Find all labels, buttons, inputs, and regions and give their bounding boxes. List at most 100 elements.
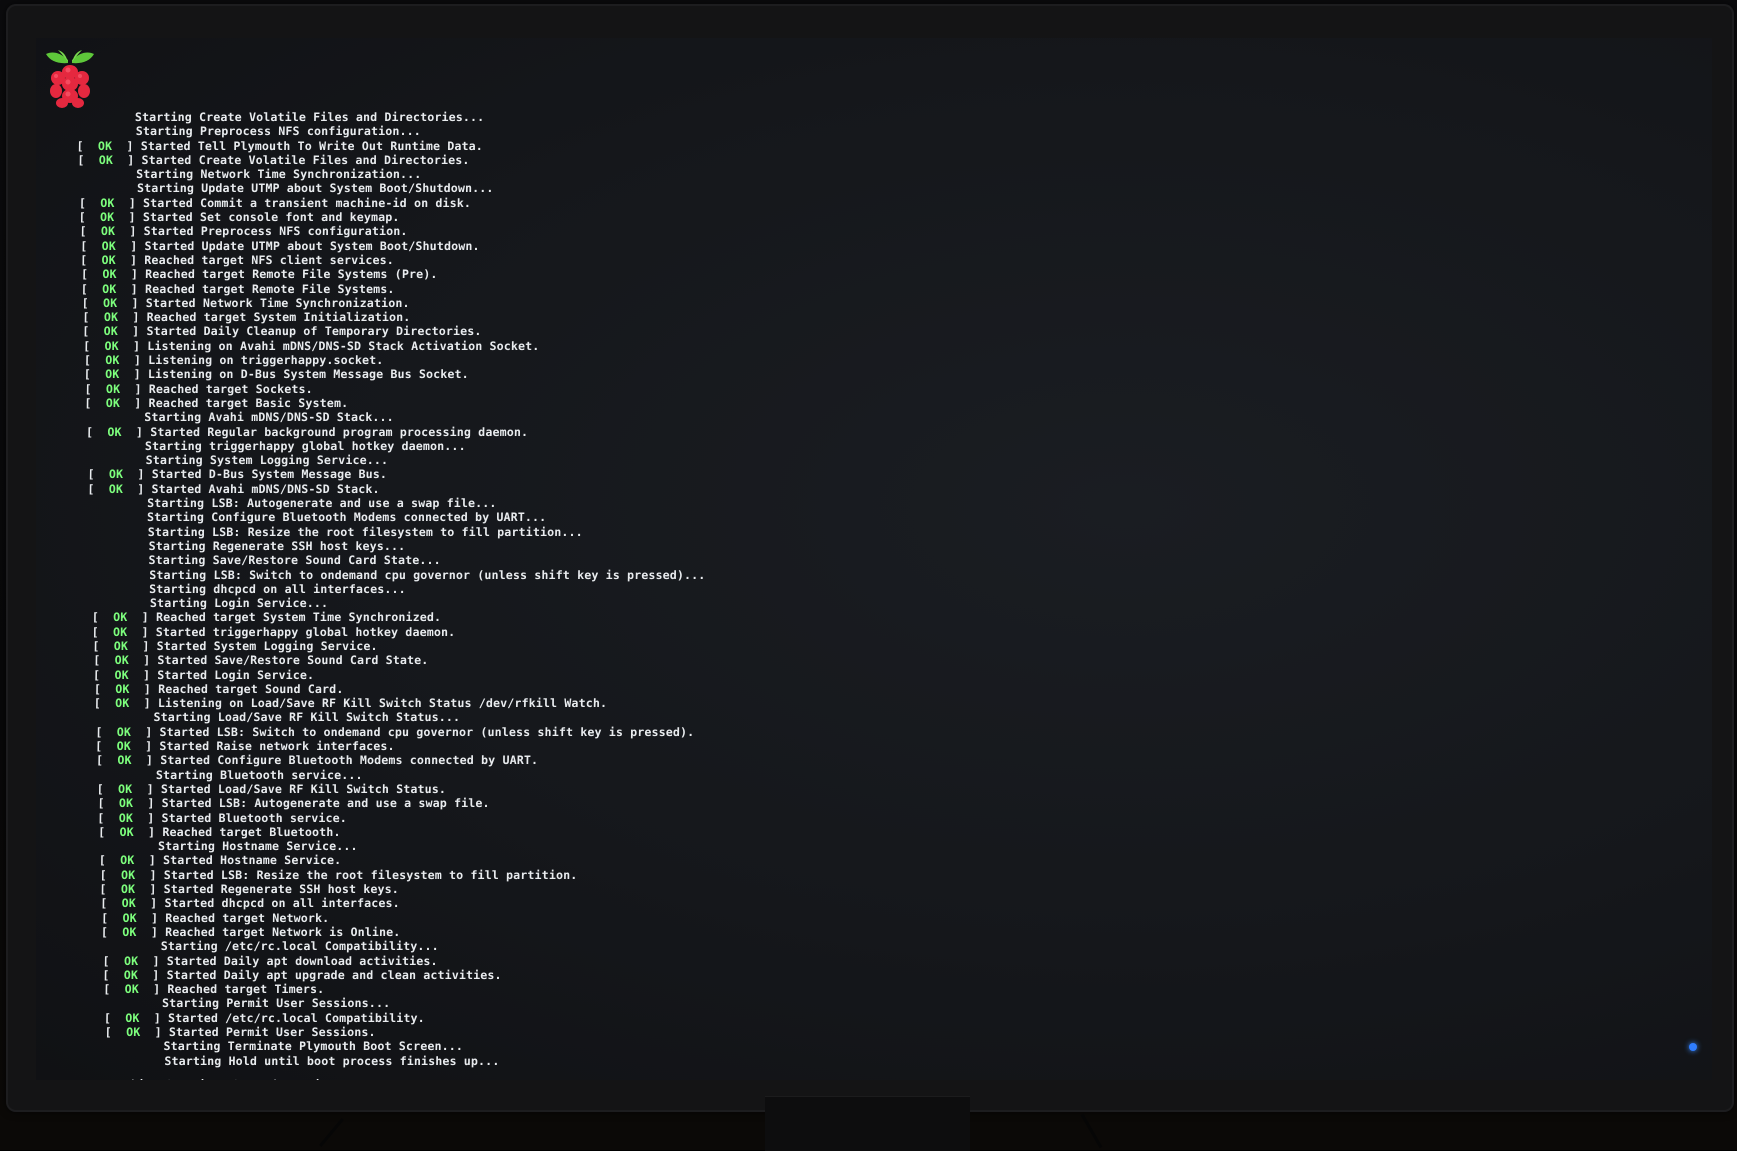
status-bracket-open: [ <box>102 953 125 968</box>
status-bracket-close: ] <box>134 853 164 868</box>
log-text: Starting Configure Bluetooth Modems conn… <box>146 510 547 525</box>
log-text: Starting Create Volatile Files and Direc… <box>134 110 485 124</box>
status-bracket-open: [ <box>83 338 105 353</box>
starting-line: Starting Network Time Synchronization... <box>77 167 1375 181</box>
ok-status-line: [ OK ] Listening on D-Bus System Message… <box>84 367 1373 381</box>
log-text: Started Update UTMP about System Boot/Sh… <box>144 238 480 253</box>
status-bracket-open: [ <box>84 381 107 396</box>
status-bracket-open: [ <box>100 896 122 911</box>
status-bracket-open: [ <box>93 667 115 682</box>
status-bracket-open: [ <box>78 210 101 225</box>
starting-line: Starting Create Volatile Files and Direc… <box>76 110 1376 124</box>
ok-badge: OK <box>122 910 137 925</box>
status-bracket-close: ] <box>138 967 167 982</box>
ok-badge: OK <box>124 982 140 997</box>
ok-status-line: [ OK ] Started Permit User Sessions. <box>105 1025 1365 1039</box>
status-bracket-close: ] <box>139 1010 169 1025</box>
starting-line: Starting Regenerate SSH host keys... <box>90 539 1371 553</box>
ok-badge: OK <box>114 653 130 668</box>
log-text: Starting Terminate Plymouth Boot Screen.… <box>163 1039 464 1054</box>
status-bracket-close: ] <box>135 867 164 882</box>
log-text: Started LSB: Switch to ondemand cpu gove… <box>159 724 695 739</box>
ok-status-line: [ OK ] Started LSB: Switch to ondemand c… <box>95 725 1368 739</box>
ok-status-line: [ OK ] Listening on triggerhappy.socket. <box>84 353 1373 367</box>
ok-status-line: [ OK ] Started Commit a transient machin… <box>79 196 1375 210</box>
starting-line: Starting LSB: Resize the root filesystem… <box>89 525 1371 539</box>
log-text: Starting Regenerate SSH host keys... <box>148 538 406 553</box>
log-text: Starting Preprocess NFS configuration... <box>135 124 422 139</box>
status-bracket-open: [ <box>93 696 116 711</box>
ok-badge: OK <box>98 152 114 167</box>
ok-badge: OK <box>105 395 121 410</box>
log-text: Started Bluetooth service. <box>161 810 348 825</box>
starting-line: Starting /etc/rc.local Compatibility... <box>102 939 1366 953</box>
starting-line: Starting Preprocess NFS configuration... <box>77 124 1376 138</box>
status-bracket-close: ] <box>119 395 149 410</box>
log-text: Starting Login Service... <box>149 596 329 611</box>
log-text: Starting Load/Save RF Kill Switch Status… <box>153 710 461 725</box>
status-bracket-open: [ <box>79 224 101 239</box>
starting-line: Starting Terminate Plymouth Boot Screen.… <box>104 1039 1364 1053</box>
status-bracket-open: [ <box>98 824 120 839</box>
starting-line: Starting Hostname Service... <box>99 839 1367 853</box>
ok-status-line: [ OK ] Started Create Volatile Files and… <box>77 153 1375 167</box>
ok-status-line: [ OK ] Started Tell Plymouth To Write Ou… <box>76 139 1375 153</box>
status-bracket-open: [ <box>80 281 103 296</box>
log-text: Starting /etc/rc.local Compatibility... <box>160 939 439 954</box>
log-text: Started D-Bus System Message Bus. <box>151 467 388 482</box>
log-text: Reached target Network. <box>165 910 330 925</box>
boot-log: Starting Create Volatile Files and Direc… <box>64 110 1376 1080</box>
ok-status-line: [ OK ] Started Raise network interfaces. <box>95 739 1368 753</box>
log-text: Reached target Timers. <box>167 982 325 997</box>
log-text: Started LSB: Resize the root filesystem … <box>163 867 578 882</box>
status-bracket-close: ] <box>118 310 147 325</box>
ok-status-line: [ OK ] Reached target Timers. <box>103 982 1365 996</box>
starting-line: Starting LSB: Autogenerate and use a swa… <box>88 496 1371 510</box>
ok-badge: OK <box>103 324 119 339</box>
log-text: Started Set console font and keymap. <box>142 210 400 225</box>
status-bracket-close: ] <box>112 138 141 153</box>
status-bracket-close: ] <box>135 882 164 897</box>
log-text: Listening on Load/Save RF Kill Switch St… <box>157 696 608 711</box>
ok-badge: OK <box>117 753 132 768</box>
starting-line: Starting LSB: Switch to ondemand cpu gov… <box>90 568 1370 582</box>
ok-badge: OK <box>108 481 124 496</box>
log-text: Listening on triggerhappy.socket. <box>148 353 384 368</box>
status-bracket-open: [ <box>99 867 122 882</box>
log-text: Starting triggerhappy global hotkey daem… <box>144 438 466 453</box>
log-text: Starting Save/Restore Sound Card State..… <box>148 553 441 568</box>
log-text: Started dhcpcd on all interfaces. <box>164 896 400 911</box>
ok-status-line: [ OK ] Started D-Bus System Message Bus. <box>87 467 1371 481</box>
ok-status-line: [ OK ] Started Configure Bluetooth Modem… <box>96 753 1368 767</box>
status-bracket-open: [ <box>97 810 119 825</box>
status-bracket-open: [ <box>77 152 99 167</box>
log-text: Listening on D-Bus System Message Bus So… <box>147 367 469 382</box>
log-text: Started Daily apt upgrade and clean acti… <box>166 967 502 982</box>
ok-badge: OK <box>113 638 129 653</box>
ok-badge: OK <box>102 281 117 296</box>
status-bracket-close: ] <box>112 152 142 167</box>
status-bracket-close: ] <box>120 381 149 396</box>
ok-status-line: [ OK ] Started LSB: Resize the root file… <box>100 868 1367 882</box>
starting-line: Starting System Logging Service... <box>87 453 1372 467</box>
status-bracket-open: [ <box>81 295 104 310</box>
log-text: Reached target System Initialization. <box>146 310 411 325</box>
ok-status-line: [ OK ] Started /etc/rc.local Compatibili… <box>104 1011 1365 1025</box>
status-bracket-close: ] <box>116 267 146 282</box>
status-bracket-open: [ <box>103 1010 126 1025</box>
ok-badge: OK <box>107 424 122 439</box>
ok-status-line: [ OK ] Reached target Remote File System… <box>81 267 1374 281</box>
ok-badge: OK <box>123 953 139 968</box>
terminal-screen[interactable]: Starting Create Volatile Files and Direc… <box>36 38 1712 1080</box>
ok-status-line: [ OK ] Reached target Remote File System… <box>81 282 1374 296</box>
status-bracket-open: [ <box>95 724 117 739</box>
status-bracket-close: ] <box>128 667 158 682</box>
ok-status-line: [ OK ] Started Set console font and keym… <box>79 210 1375 224</box>
log-text: Reached target Network is Online. <box>165 924 401 939</box>
ok-badge: OK <box>123 967 139 982</box>
ok-badge: OK <box>118 810 134 825</box>
log-text: Starting LSB: Autogenerate and use a swa… <box>147 496 497 511</box>
ok-status-line: [ OK ] Started Load/Save RF Kill Switch … <box>97 782 1368 796</box>
ok-badge: OK <box>120 882 136 897</box>
status-bracket-close: ] <box>132 781 161 796</box>
